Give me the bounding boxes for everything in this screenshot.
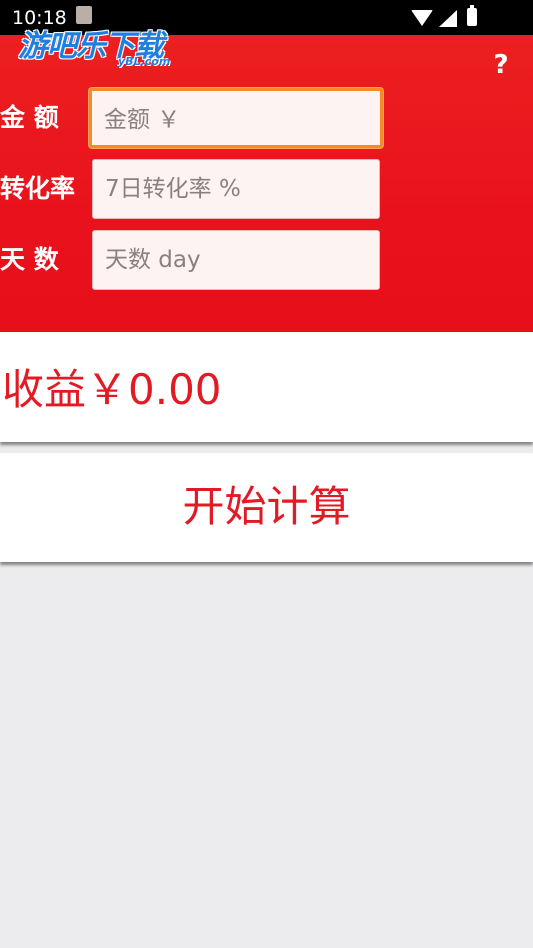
start-calculate-label: 开始计算: [182, 482, 351, 531]
battery-icon: [467, 5, 477, 26]
amount-label: 金 额: [0, 103, 59, 132]
days-input[interactable]: 天数 day: [92, 230, 380, 290]
result-card: 收益￥0.00: [0, 332, 533, 442]
amount-row: 金 额 金额 ￥: [0, 88, 533, 150]
start-calculate-button[interactable]: 开始计算: [0, 453, 533, 562]
header: 游吧乐下载 yBL.com ? 金 额 金额 ￥ 转化率 7日转化率 % 天 数…: [0, 29, 533, 332]
wifi-icon: [411, 10, 433, 26]
signal-icon: [439, 10, 457, 27]
earnings-result: 收益￥0.00: [2, 365, 222, 414]
days-label: 天 数: [0, 245, 59, 274]
conversion-rate-row: 转化率 7日转化率 %: [0, 159, 533, 221]
amount-input[interactable]: 金额 ￥: [89, 88, 383, 148]
days-row: 天 数 天数 day: [0, 230, 533, 292]
conversion-rate-label: 转化率: [0, 174, 76, 203]
watermark-logo: 游吧乐下载 yBL.com: [18, 21, 188, 71]
conversion-rate-input[interactable]: 7日转化率 %: [92, 159, 380, 219]
help-button[interactable]: ?: [489, 51, 513, 79]
watermark-subtext: yBL.com: [118, 55, 171, 68]
help-icon: ?: [493, 50, 509, 80]
status-icons: [411, 5, 491, 28]
